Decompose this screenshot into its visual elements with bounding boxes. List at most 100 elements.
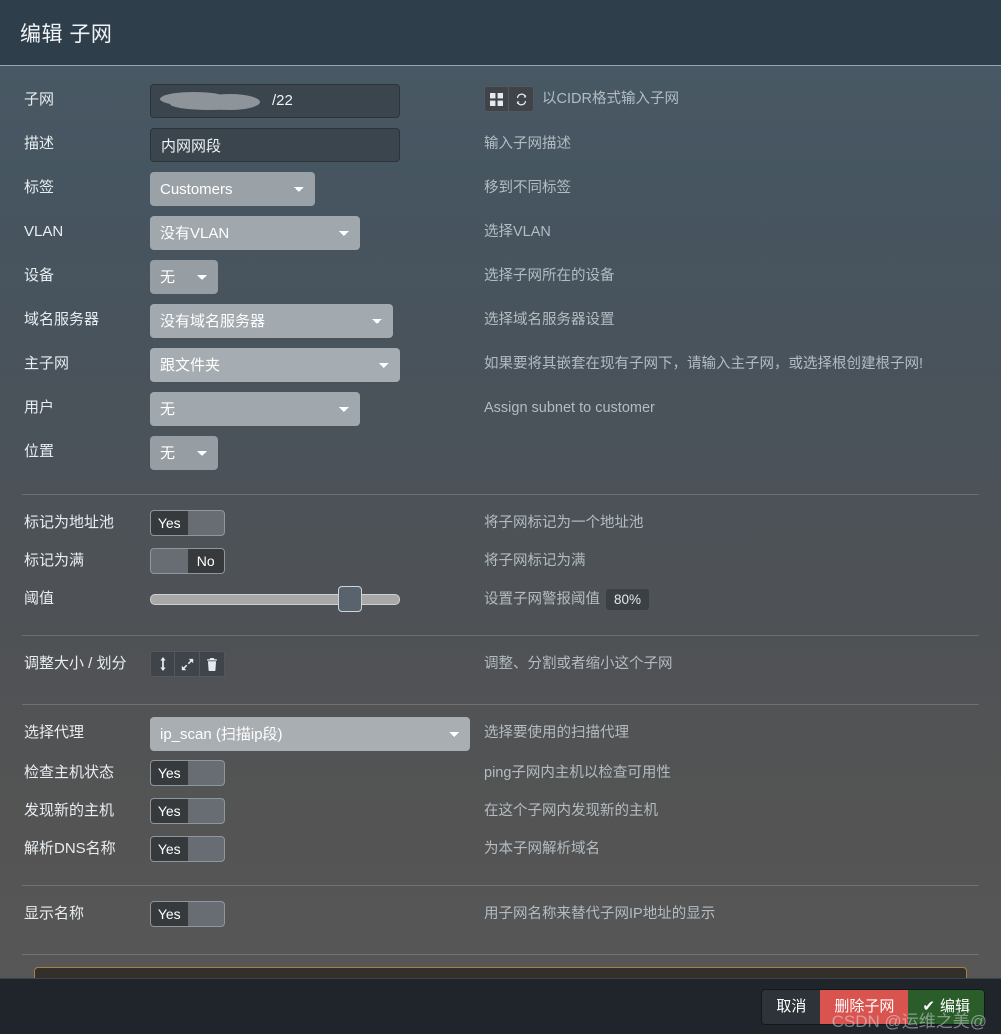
toggle-yes-label: Yes: [151, 511, 188, 535]
row-ping-check: 检查主机状态 Yes No ping子网内主机以检查可用性: [22, 757, 979, 789]
label-mark-as-pool: 标记为地址池: [24, 514, 115, 531]
control-customer: 无: [150, 392, 480, 426]
row-master-subnet: 主子网 跟文件夹 如果要将其嵌套在现有子网下，请输入主子网，或选择根创建根子网!: [22, 348, 979, 382]
show-name-toggle[interactable]: Yes No: [150, 901, 225, 927]
toggle-no-label: No: [188, 511, 225, 535]
control-device: 无: [150, 260, 480, 294]
help-show-name: 用子网名称来替代子网IP地址的显示: [484, 906, 716, 922]
location-select[interactable]: 无: [150, 436, 218, 470]
label-tag: 标签: [24, 179, 55, 196]
control-location: 无: [150, 436, 480, 470]
nameserver-select[interactable]: 没有域名服务器: [150, 304, 393, 338]
section-show-name: 显示名称 Yes No 用子网名称来替代子网IP地址的显示: [22, 898, 979, 944]
label-resolve-dns: 解析DNS名称: [24, 840, 116, 857]
label-agent: 选择代理: [24, 724, 85, 741]
control-vlan: 没有VLAN: [150, 216, 480, 250]
label-customer: 用户: [24, 399, 55, 416]
delete-subnet-button[interactable]: 删除子网: [820, 989, 909, 1024]
ping-check-toggle[interactable]: Yes No: [150, 760, 225, 786]
split-expand-icon[interactable]: [175, 651, 200, 677]
divider-5: [22, 954, 979, 955]
master-subnet-select[interactable]: 跟文件夹: [150, 348, 400, 382]
control-nameserver: 没有域名服务器: [150, 304, 480, 338]
subnet-input[interactable]: [150, 84, 400, 118]
control-discover-hosts: Yes No: [150, 795, 480, 827]
control-resize-split: [150, 648, 480, 680]
description-input[interactable]: [150, 128, 400, 162]
slider-handle[interactable]: [338, 586, 362, 612]
submit-label: 编辑: [939, 997, 970, 1015]
label-mark-as-full: 标记为满: [24, 552, 85, 569]
row-nameserver: 域名服务器 没有域名服务器 选择域名服务器设置: [22, 304, 979, 338]
row-vlan: VLAN 没有VLAN 选择VLAN: [22, 216, 979, 250]
warning-box: 警告 删除该子网将删除该子网所属IP地址和子网!: [34, 967, 967, 978]
control-resolve-dns: Yes No: [150, 833, 480, 865]
discover-hosts-toggle[interactable]: Yes No: [150, 798, 225, 824]
row-subnet: 子网 /22 以CIDR格式输入子网: [22, 84, 979, 118]
help-vlan: 选择VLAN: [484, 224, 551, 240]
label-nameserver: 域名服务器: [24, 311, 100, 328]
label-show-name: 显示名称: [24, 905, 85, 922]
edit-subnet-modal: 编辑 子网 子网 /22 以CIDR格式输入子网 描述 内网网段 输入子网描述 …: [0, 0, 1001, 1034]
modal-body: 子网 /22 以CIDR格式输入子网 描述 内网网段 输入子网描述 标签 Cus…: [0, 66, 1001, 978]
section-resize: 调整大小 / 划分 调整、分割或者缩小这个子网: [22, 648, 979, 694]
threshold-slider[interactable]: [150, 586, 400, 612]
toggle-no-label: No: [188, 837, 225, 861]
divider-1: [22, 494, 979, 495]
cancel-button[interactable]: 取消: [762, 989, 821, 1024]
page-title: 编辑 子网: [20, 22, 113, 46]
mark-as-full-toggle[interactable]: Yes No: [150, 548, 225, 574]
submit-edit-button[interactable]: ✔ 编辑: [908, 989, 984, 1024]
subnet-tools: [484, 86, 534, 112]
help-subnet-text: 以CIDR格式输入子网: [542, 91, 679, 107]
help-device: 选择子网所在的设备: [484, 268, 615, 284]
footer-button-group: 取消 删除子网 ✔ 编辑: [761, 988, 985, 1025]
customer-select[interactable]: 无: [150, 392, 360, 426]
divider-4: [22, 885, 979, 886]
vlan-select[interactable]: 没有VLAN: [150, 216, 360, 250]
help-description: 输入子网描述: [484, 136, 571, 152]
label-description: 描述: [24, 135, 55, 152]
toggle-no-label: No: [188, 799, 225, 823]
help-subnet: 以CIDR格式输入子网: [480, 84, 979, 112]
tag-select[interactable]: Customers: [150, 172, 315, 206]
resolve-dns-toggle[interactable]: Yes No: [150, 836, 225, 862]
help-threshold-text: 设置子网警报阈值: [484, 591, 600, 608]
toggle-no-label: No: [188, 902, 225, 926]
divider-3: [22, 704, 979, 705]
row-mark-as-full: 标记为满 Yes No 将子网标记为满: [22, 545, 979, 577]
threshold-value-badge: 80%: [606, 589, 650, 610]
control-threshold: [150, 583, 480, 615]
modal-header: 编辑 子网: [0, 0, 1001, 66]
resize-vertical-icon[interactable]: [150, 651, 175, 677]
label-subnet: 子网: [24, 91, 55, 108]
control-master-subnet: 跟文件夹: [150, 348, 480, 382]
label-ping-check: 检查主机状态: [24, 764, 115, 781]
control-show-name: Yes No: [150, 898, 480, 930]
slider-track: [150, 593, 400, 605]
row-device: 设备 无 选择子网所在的设备: [22, 260, 979, 294]
grid-calculator-icon[interactable]: [484, 86, 509, 112]
help-customer: Assign subnet to customer: [484, 400, 655, 416]
control-ping-check: Yes No: [150, 757, 480, 789]
help-discover-hosts: 在这个子网内发现新的主机: [484, 803, 658, 819]
label-location: 位置: [24, 443, 55, 460]
mark-as-pool-toggle[interactable]: Yes No: [150, 510, 225, 536]
row-customer: 用户 无 Assign subnet to customer: [22, 392, 979, 426]
row-threshold: 阈值 设置子网警报阈值 80%: [22, 583, 979, 615]
toggle-yes-label: Yes: [151, 902, 188, 926]
toggle-yes-label: Yes: [151, 837, 188, 861]
row-mark-as-pool: 标记为地址池 Yes No 将子网标记为一个地址池: [22, 507, 979, 539]
help-master-subnet: 如果要将其嵌套在现有子网下，请输入主子网，或选择根创建根子网!: [484, 356, 924, 372]
help-nameserver: 选择域名服务器设置: [484, 312, 615, 328]
divider-2: [22, 635, 979, 636]
control-mark-as-pool: Yes No: [150, 507, 480, 539]
device-select[interactable]: 无: [150, 260, 218, 294]
trash-icon[interactable]: [200, 651, 225, 677]
help-mark-as-full: 将子网标记为满: [484, 553, 586, 569]
help-mark-as-pool: 将子网标记为一个地址池: [484, 515, 644, 531]
agent-select[interactable]: ip_scan (扫描ip段): [150, 717, 470, 751]
refresh-icon[interactable]: [509, 86, 534, 112]
label-threshold: 阈值: [24, 590, 55, 607]
control-description: [150, 128, 480, 162]
